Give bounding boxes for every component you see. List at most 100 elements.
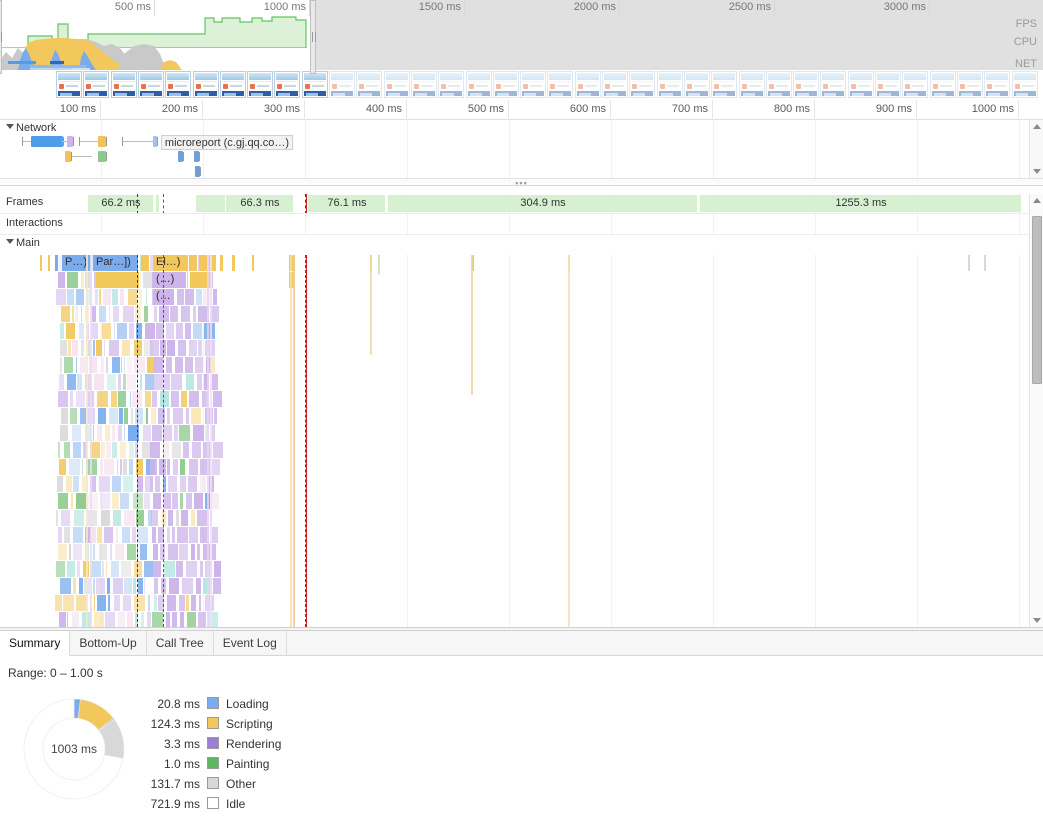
- flame-bar[interactable]: [104, 459, 115, 475]
- flame-bar[interactable]: [60, 408, 69, 424]
- flame-bar[interactable]: [168, 510, 174, 526]
- flame-bar[interactable]: [111, 476, 123, 492]
- flame-bar[interactable]: [96, 595, 107, 611]
- flame-bar[interactable]: [190, 510, 197, 526]
- flame-strand[interactable]: [90, 255, 92, 627]
- flame-bar[interactable]: [168, 476, 179, 492]
- filmstrip-frame[interactable]: [165, 71, 192, 98]
- flame-bar[interactable]: [171, 612, 179, 627]
- flame-bar[interactable]: [112, 442, 119, 458]
- flame-bar[interactable]: [192, 425, 205, 441]
- flame-bar-top[interactable]: [55, 255, 59, 271]
- flame-bar-top[interactable]: [40, 255, 43, 271]
- flame-bar[interactable]: [108, 306, 111, 322]
- filmstrip-frame[interactable]: [192, 71, 219, 98]
- legend-row-painting[interactable]: 1.0 ms Painting: [140, 754, 281, 774]
- flame-bar[interactable]: [126, 544, 138, 560]
- network-request-label[interactable]: microreport (c.gj.qq.co…): [160, 135, 294, 150]
- flame-bar[interactable]: [151, 425, 163, 441]
- flame-bar[interactable]: [199, 595, 203, 611]
- flame-bar[interactable]: [111, 425, 116, 441]
- filmstrip-frame[interactable]: [219, 71, 246, 98]
- filmstrip-frame[interactable]: [83, 71, 110, 98]
- filmstrip-frame[interactable]: [301, 71, 328, 98]
- tab-summary[interactable]: Summary: [0, 631, 71, 656]
- flame-bar[interactable]: [76, 357, 79, 373]
- flame-bar[interactable]: [94, 374, 105, 390]
- flame-bar[interactable]: [175, 323, 184, 339]
- flame-bar[interactable]: [113, 578, 124, 594]
- flame-bar[interactable]: [122, 476, 135, 492]
- main-scroll-thumb[interactable]: [1032, 216, 1042, 384]
- flame-bar[interactable]: [60, 357, 63, 373]
- flame-bar[interactable]: [154, 476, 161, 492]
- flame-bar[interactable]: [126, 374, 138, 390]
- flame-bar[interactable]: [141, 612, 145, 627]
- flame-bar[interactable]: [180, 493, 184, 509]
- flame-bar-top[interactable]: [48, 255, 51, 271]
- flame-bar[interactable]: [63, 595, 76, 611]
- filmstrip-frame[interactable]: [492, 71, 519, 98]
- flame-bar[interactable]: [144, 578, 147, 594]
- filmstrip-frame[interactable]: [274, 71, 301, 98]
- filmstrip-frame[interactable]: [711, 71, 738, 98]
- flame-bar[interactable]: [193, 493, 205, 509]
- flame-bar[interactable]: [78, 323, 86, 339]
- flame-bar[interactable]: [59, 340, 68, 356]
- flame-bar[interactable]: [153, 306, 159, 322]
- flame-bar[interactable]: [127, 357, 133, 373]
- flame-bar[interactable]: [105, 561, 109, 577]
- flame-bar[interactable]: [196, 544, 201, 560]
- flame-bar[interactable]: [134, 561, 143, 577]
- flame-bar[interactable]: [117, 612, 126, 627]
- flame-bar[interactable]: [198, 340, 204, 356]
- filmstrip-frame[interactable]: [520, 71, 547, 98]
- flame-bar[interactable]: [92, 425, 96, 441]
- filmstrip-frame[interactable]: [56, 71, 82, 98]
- flame-bar[interactable]: [93, 612, 105, 627]
- filmstrip-frame[interactable]: [984, 71, 1011, 98]
- flame-bar[interactable]: [170, 391, 181, 407]
- flame-bar[interactable]: [169, 578, 180, 594]
- flame-bar[interactable]: [185, 493, 193, 509]
- filmstrip-frame[interactable]: [847, 71, 874, 98]
- legend-row-loading[interactable]: 20.8 ms Loading: [140, 694, 281, 714]
- filmstrip-frame[interactable]: [547, 71, 574, 98]
- flame-bar[interactable]: [113, 595, 122, 611]
- flame-bar[interactable]: [66, 612, 70, 627]
- flame-bar[interactable]: [150, 340, 160, 356]
- flame-bar[interactable]: [153, 561, 163, 577]
- flame-bar[interactable]: [73, 527, 84, 543]
- flame-bar[interactable]: [175, 357, 184, 373]
- flame-bar[interactable]: [172, 442, 183, 458]
- flame-bar[interactable]: [60, 425, 70, 441]
- flame-bar[interactable]: [138, 527, 149, 543]
- flame-bar[interactable]: [184, 323, 192, 339]
- flame-bar[interactable]: [124, 578, 133, 594]
- flame-bar[interactable]: [63, 442, 71, 458]
- flame-bar[interactable]: [159, 391, 171, 407]
- flame-bar[interactable]: [192, 323, 203, 339]
- flame-bar[interactable]: [150, 442, 162, 458]
- flame-bar[interactable]: [55, 595, 63, 611]
- filmstrip-frame[interactable]: [793, 71, 820, 98]
- timeline-overview[interactable]: 500 ms 1000 ms 1500 ms 2000 ms 2500 ms 3000 m…: [0, 0, 1043, 100]
- filmstrip-frame[interactable]: [738, 71, 765, 98]
- flame-bar[interactable]: [128, 323, 136, 339]
- flame-bar[interactable]: [211, 544, 217, 560]
- flame-bar[interactable]: [164, 493, 172, 509]
- flame-bar[interactable]: [122, 340, 132, 356]
- flame-bar[interactable]: [212, 459, 221, 475]
- flame-bar[interactable]: [196, 578, 202, 594]
- flame-bar-top[interactable]: [220, 255, 224, 271]
- flame-strand[interactable]: [210, 255, 212, 627]
- flame-bar[interactable]: [56, 510, 59, 526]
- main-section-header[interactable]: Main: [0, 235, 1043, 255]
- tab-event-log[interactable]: Event Log: [214, 631, 287, 656]
- flame-bar[interactable]: [185, 408, 190, 424]
- filmstrip-frame[interactable]: [329, 71, 355, 98]
- detail-tabbar[interactable]: Summary Bottom-Up Call Tree Event Log: [0, 631, 1043, 656]
- network-request-bar[interactable]: [97, 136, 106, 147]
- flame-bar[interactable]: [92, 578, 96, 594]
- flame-bar[interactable]: [119, 289, 126, 305]
